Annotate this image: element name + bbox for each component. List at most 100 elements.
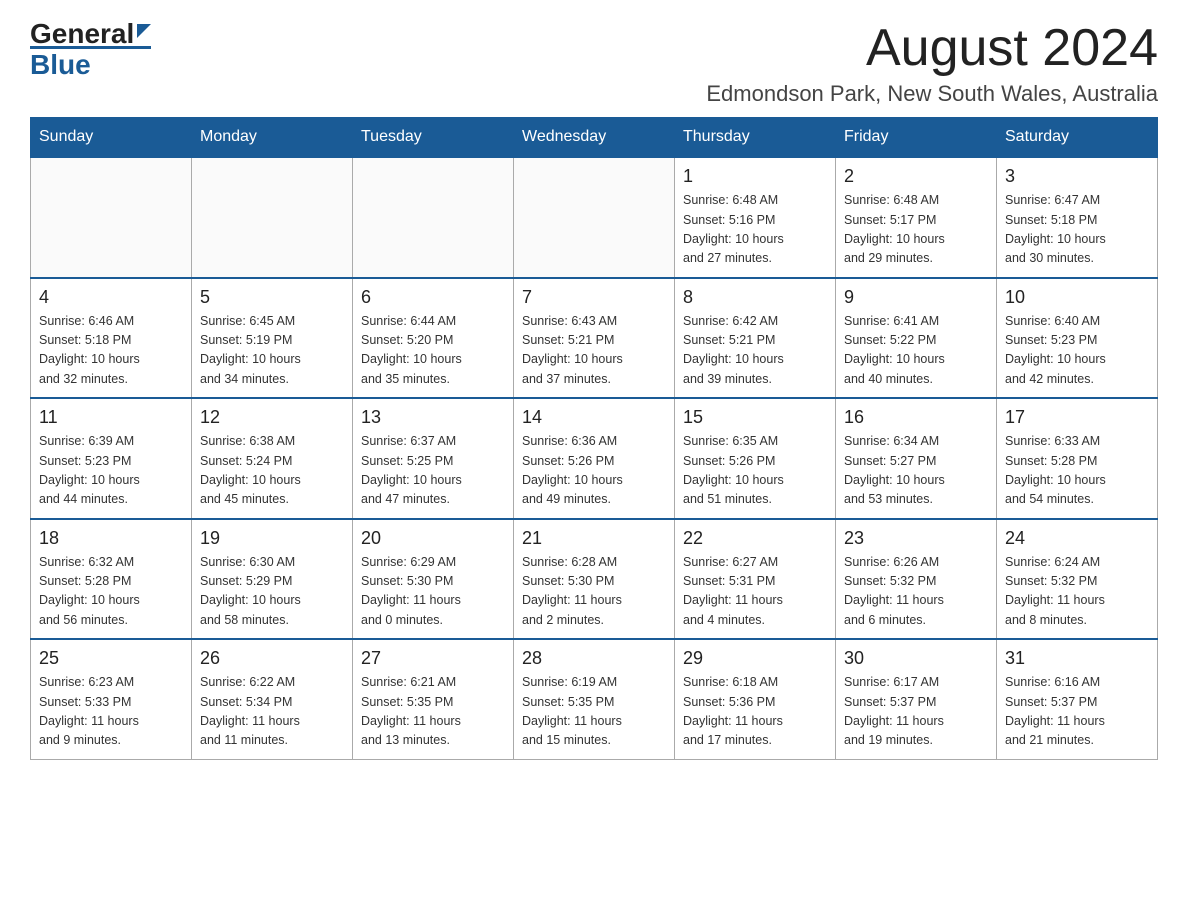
day-number: 5 (200, 287, 344, 308)
day-info: Sunrise: 6:26 AMSunset: 5:32 PMDaylight:… (844, 553, 988, 631)
day-info: Sunrise: 6:47 AMSunset: 5:18 PMDaylight:… (1005, 191, 1149, 269)
calendar-day-cell: 26 Sunrise: 6:22 AMSunset: 5:34 PMDayligh… (192, 639, 353, 759)
day-number: 29 (683, 648, 827, 669)
calendar-day-cell (353, 157, 514, 278)
day-info: Sunrise: 6:35 AMSunset: 5:26 PMDaylight:… (683, 432, 827, 510)
day-info: Sunrise: 6:41 AMSunset: 5:22 PMDaylight:… (844, 312, 988, 390)
day-info: Sunrise: 6:33 AMSunset: 5:28 PMDaylight:… (1005, 432, 1149, 510)
calendar-day-cell: 4 Sunrise: 6:46 AMSunset: 5:18 PMDaylight… (31, 278, 192, 399)
day-info: Sunrise: 6:24 AMSunset: 5:32 PMDaylight:… (1005, 553, 1149, 631)
day-number: 10 (1005, 287, 1149, 308)
calendar-day-cell: 11 Sunrise: 6:39 AMSunset: 5:23 PMDayligh… (31, 398, 192, 519)
day-info: Sunrise: 6:23 AMSunset: 5:33 PMDaylight:… (39, 673, 183, 751)
day-number: 3 (1005, 166, 1149, 187)
calendar-header-row: SundayMondayTuesdayWednesdayThursdayFrid… (31, 118, 1158, 158)
logo-general-text: General (30, 20, 134, 48)
day-number: 15 (683, 407, 827, 428)
header: General Blue August 2024 Edmondson Park,… (30, 20, 1158, 107)
calendar-day-cell: 19 Sunrise: 6:30 AMSunset: 5:29 PMDayligh… (192, 519, 353, 640)
day-number: 2 (844, 166, 988, 187)
day-info: Sunrise: 6:32 AMSunset: 5:28 PMDaylight:… (39, 553, 183, 631)
calendar-day-header: Saturday (997, 118, 1158, 158)
calendar-day-cell: 21 Sunrise: 6:28 AMSunset: 5:30 PMDayligh… (514, 519, 675, 640)
day-info: Sunrise: 6:28 AMSunset: 5:30 PMDaylight:… (522, 553, 666, 631)
day-info: Sunrise: 6:42 AMSunset: 5:21 PMDaylight:… (683, 312, 827, 390)
calendar-day-header: Friday (836, 118, 997, 158)
calendar-day-cell: 7 Sunrise: 6:43 AMSunset: 5:21 PMDaylight… (514, 278, 675, 399)
calendar-day-cell: 23Sunrise: 6:26 AMSunset: 5:32 PMDayligh… (836, 519, 997, 640)
day-info: Sunrise: 6:27 AMSunset: 5:31 PMDaylight:… (683, 553, 827, 631)
calendar-day-cell: 12 Sunrise: 6:38 AMSunset: 5:24 PMDayligh… (192, 398, 353, 519)
day-number: 21 (522, 528, 666, 549)
day-number: 31 (1005, 648, 1149, 669)
day-number: 4 (39, 287, 183, 308)
calendar-day-cell: 5Sunrise: 6:45 AMSunset: 5:19 PMDaylight… (192, 278, 353, 399)
day-info: Sunrise: 6:30 AMSunset: 5:29 PMDaylight:… (200, 553, 344, 631)
location-title: Edmondson Park, New South Wales, Austral… (706, 81, 1158, 107)
day-info: Sunrise: 6:17 AMSunset: 5:37 PMDaylight:… (844, 673, 988, 751)
calendar-week-row: 11 Sunrise: 6:39 AMSunset: 5:23 PMDayligh… (31, 398, 1158, 519)
calendar-day-cell: 31Sunrise: 6:16 AMSunset: 5:37 PMDayligh… (997, 639, 1158, 759)
calendar-day-cell: 27Sunrise: 6:21 AMSunset: 5:35 PMDayligh… (353, 639, 514, 759)
title-area: August 2024 Edmondson Park, New South Wa… (706, 20, 1158, 107)
calendar-day-cell: 3 Sunrise: 6:47 AMSunset: 5:18 PMDaylight… (997, 157, 1158, 278)
calendar-day-header: Wednesday (514, 118, 675, 158)
day-info: Sunrise: 6:19 AMSunset: 5:35 PMDaylight:… (522, 673, 666, 751)
day-info: Sunrise: 6:46 AMSunset: 5:18 PMDaylight:… (39, 312, 183, 390)
day-info: Sunrise: 6:22 AMSunset: 5:34 PMDaylight:… (200, 673, 344, 751)
day-number: 9 (844, 287, 988, 308)
logo-blue-text: Blue (30, 49, 91, 80)
day-info: Sunrise: 6:36 AMSunset: 5:26 PMDaylight:… (522, 432, 666, 510)
calendar-day-header: Thursday (675, 118, 836, 158)
day-info: Sunrise: 6:34 AMSunset: 5:27 PMDaylight:… (844, 432, 988, 510)
calendar-day-header: Sunday (31, 118, 192, 158)
calendar-week-row: 25Sunrise: 6:23 AMSunset: 5:33 PMDayligh… (31, 639, 1158, 759)
calendar-day-cell: 9 Sunrise: 6:41 AMSunset: 5:22 PMDaylight… (836, 278, 997, 399)
day-number: 13 (361, 407, 505, 428)
calendar-week-row: 1 Sunrise: 6:48 AMSunset: 5:16 PMDaylight… (31, 157, 1158, 278)
calendar-day-cell: 1 Sunrise: 6:48 AMSunset: 5:16 PMDaylight… (675, 157, 836, 278)
day-number: 12 (200, 407, 344, 428)
day-number: 8 (683, 287, 827, 308)
calendar-day-cell: 16Sunrise: 6:34 AMSunset: 5:27 PMDayligh… (836, 398, 997, 519)
day-info: Sunrise: 6:21 AMSunset: 5:35 PMDaylight:… (361, 673, 505, 751)
day-info: Sunrise: 6:18 AMSunset: 5:36 PMDaylight:… (683, 673, 827, 751)
calendar-day-cell: 24 Sunrise: 6:24 AMSunset: 5:32 PMDayligh… (997, 519, 1158, 640)
day-number: 20 (361, 528, 505, 549)
day-info: Sunrise: 6:40 AMSunset: 5:23 PMDaylight:… (1005, 312, 1149, 390)
calendar-day-cell (192, 157, 353, 278)
day-number: 7 (522, 287, 666, 308)
calendar-day-cell: 29 Sunrise: 6:18 AMSunset: 5:36 PMDayligh… (675, 639, 836, 759)
day-number: 14 (522, 407, 666, 428)
day-number: 30 (844, 648, 988, 669)
day-number: 1 (683, 166, 827, 187)
day-number: 11 (39, 407, 183, 428)
calendar-day-cell: 14 Sunrise: 6:36 AMSunset: 5:26 PMDayligh… (514, 398, 675, 519)
calendar-day-cell: 10 Sunrise: 6:40 AMSunset: 5:23 PMDayligh… (997, 278, 1158, 399)
day-info: Sunrise: 6:43 AMSunset: 5:21 PMDaylight:… (522, 312, 666, 390)
calendar-week-row: 18Sunrise: 6:32 AMSunset: 5:28 PMDayligh… (31, 519, 1158, 640)
calendar-day-cell (31, 157, 192, 278)
day-number: 22 (683, 528, 827, 549)
calendar-day-cell: 8 Sunrise: 6:42 AMSunset: 5:21 PMDaylight… (675, 278, 836, 399)
calendar-day-cell (514, 157, 675, 278)
calendar-table: SundayMondayTuesdayWednesdayThursdayFrid… (30, 117, 1158, 760)
day-info: Sunrise: 6:48 AMSunset: 5:17 PMDaylight:… (844, 191, 988, 269)
day-number: 24 (1005, 528, 1149, 549)
calendar-day-cell: 28Sunrise: 6:19 AMSunset: 5:35 PMDayligh… (514, 639, 675, 759)
day-number: 26 (200, 648, 344, 669)
calendar-day-header: Monday (192, 118, 353, 158)
day-info: Sunrise: 6:38 AMSunset: 5:24 PMDaylight:… (200, 432, 344, 510)
calendar-day-cell: 15 Sunrise: 6:35 AMSunset: 5:26 PMDayligh… (675, 398, 836, 519)
day-number: 17 (1005, 407, 1149, 428)
day-info: Sunrise: 6:37 AMSunset: 5:25 PMDaylight:… (361, 432, 505, 510)
logo-arrow-icon (137, 24, 151, 38)
day-number: 19 (200, 528, 344, 549)
day-info: Sunrise: 6:44 AMSunset: 5:20 PMDaylight:… (361, 312, 505, 390)
day-info: Sunrise: 6:48 AMSunset: 5:16 PMDaylight:… (683, 191, 827, 269)
day-info: Sunrise: 6:39 AMSunset: 5:23 PMDaylight:… (39, 432, 183, 510)
calendar-day-header: Tuesday (353, 118, 514, 158)
calendar-day-cell: 18Sunrise: 6:32 AMSunset: 5:28 PMDayligh… (31, 519, 192, 640)
logo: General Blue (30, 20, 151, 79)
month-title: August 2024 (706, 20, 1158, 77)
